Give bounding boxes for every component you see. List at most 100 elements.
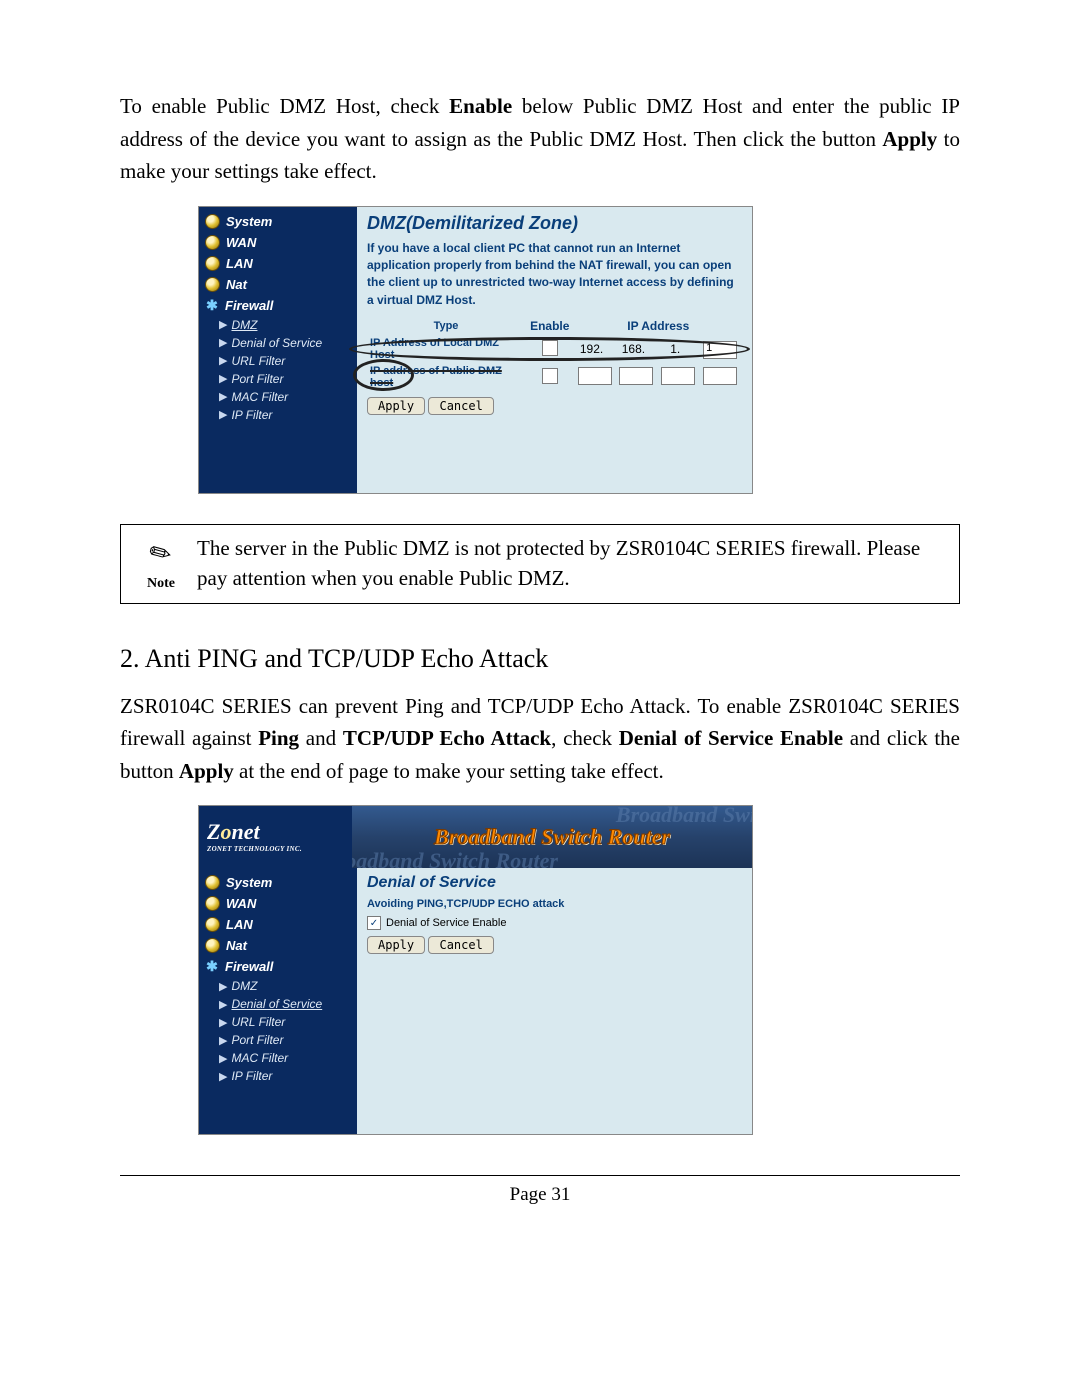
nav-sub-portfilter[interactable]: ▶Port Filter — [199, 370, 357, 388]
dmz-title: DMZ(Demilitarized Zone) — [367, 213, 742, 234]
dos-enable-checkbox[interactable]: ✓ — [367, 916, 381, 930]
nav-item-firewall[interactable]: ✱ Firewall — [199, 956, 357, 977]
nav-item-system[interactable]: System — [199, 211, 357, 232]
nav-sub-dos[interactable]: ▶Denial of Service — [199, 334, 357, 352]
public-dmz-checkbox[interactable] — [542, 368, 558, 384]
nav-label: Nat — [226, 277, 247, 292]
nav-sub-dos[interactable]: ▶ Denial of Service — [199, 995, 357, 1013]
ip-octet-2: 168. — [619, 342, 647, 356]
row-public-dmz-label: IP address of Public DMZ host — [367, 363, 525, 391]
nav-sub-label: Port Filter — [231, 1033, 283, 1047]
note-word: Note — [131, 574, 191, 594]
dmz-table: Type Enable IP Address IP Address of Loc… — [367, 317, 742, 391]
nav-label: System — [226, 875, 272, 890]
globe-icon — [205, 896, 220, 911]
arrow-icon: ▶ — [219, 336, 227, 349]
nav-item-firewall[interactable]: ✱ Firewall — [199, 295, 357, 316]
nav-item-lan[interactable]: LAN — [199, 253, 357, 274]
nav-sub-label: Denial of Service — [231, 997, 322, 1011]
nav-label: WAN — [226, 235, 256, 250]
nav-sub-macfilter[interactable]: ▶MAC Filter — [199, 388, 357, 406]
arrow-icon: ▶ — [219, 998, 227, 1011]
cancel-button[interactable]: Cancel — [428, 397, 493, 415]
text: To enable Public DMZ Host, check — [120, 94, 449, 118]
public-ip-3-input[interactable] — [661, 367, 695, 385]
spark-icon: ✱ — [205, 298, 219, 312]
nav-sub-label: IP Filter — [231, 1069, 272, 1083]
arrow-icon: ▶ — [219, 1070, 227, 1083]
nav-sub-label: IP Filter — [231, 408, 272, 422]
globe-icon — [205, 277, 220, 292]
nav-item-lan[interactable]: LAN — [199, 914, 357, 935]
ip-octet-1: 192. — [578, 342, 606, 356]
cancel-button[interactable]: Cancel — [428, 936, 493, 954]
intro-paragraph: To enable Public DMZ Host, check Enable … — [120, 90, 960, 188]
arrow-icon: ▶ — [219, 354, 227, 367]
nav-sub-label: DMZ — [231, 318, 257, 332]
nav-sub-label: Port Filter — [231, 372, 283, 386]
nav-sub-urlfilter[interactable]: ▶URL Filter — [199, 1013, 357, 1031]
text-bold: Denial of Service Enable — [619, 726, 843, 750]
dos-panel: Denial of Service Avoiding PING,TCP/UDP … — [357, 868, 752, 1134]
nav-item-nat[interactable]: Nat — [199, 274, 357, 295]
note-icon-column: ✎ Note — [131, 533, 191, 595]
nav-sub-portfilter[interactable]: ▶Port Filter — [199, 1031, 357, 1049]
arrow-icon: ▶ — [219, 408, 227, 421]
header-banner: Zonet ZONET TECHNOLOGY INC. Broadband Sw… — [199, 806, 752, 868]
logo-subtext: ZONET TECHNOLOGY INC. — [207, 845, 352, 853]
banner-logo: Zonet ZONET TECHNOLOGY INC. — [199, 806, 352, 868]
nav-label: LAN — [226, 256, 253, 271]
nav-sub-label: URL Filter — [231, 1015, 285, 1029]
spark-icon: ✱ — [205, 960, 219, 974]
logo-text: Zonet — [207, 821, 352, 843]
text-bold: Apply — [882, 127, 937, 151]
globe-icon — [205, 875, 220, 890]
nav-item-wan[interactable]: WAN — [199, 232, 357, 253]
arrow-icon: ▶ — [219, 318, 227, 331]
globe-icon — [205, 256, 220, 271]
public-ip-4-input[interactable] — [703, 367, 737, 385]
nav-item-system[interactable]: System — [199, 872, 357, 893]
ip-octet-4-input[interactable]: 1 — [703, 341, 737, 359]
nav-sub-ipfilter[interactable]: ▶ IP Filter — [199, 1067, 357, 1085]
nav-item-nat[interactable]: Nat — [199, 935, 357, 956]
pencil-icon: ✎ — [142, 532, 180, 576]
dos-check-row: ✓ Denial of Service Enable — [367, 916, 742, 930]
note-text: The server in the Public DMZ is not prot… — [191, 533, 949, 594]
text-bold: Apply — [179, 759, 234, 783]
nav-label: Firewall — [225, 959, 273, 974]
text: at the end of page to make your setting … — [234, 759, 664, 783]
nav-sub-urlfilter[interactable]: ▶ URL Filter — [199, 352, 357, 370]
public-ip-2-input[interactable] — [619, 367, 653, 385]
section-2-paragraph: ZSR0104C SERIES can prevent Ping and TCP… — [120, 690, 960, 788]
ip-octet-3: 1. — [661, 342, 689, 356]
arrow-icon: ▶ — [219, 980, 227, 993]
text-bold: Ping — [258, 726, 299, 750]
arrow-icon: ▶ — [219, 1052, 227, 1065]
apply-button[interactable]: Apply — [367, 397, 425, 415]
public-ip-1-input[interactable] — [578, 367, 612, 385]
nav-sub-dmz[interactable]: ▶ DMZ — [199, 977, 357, 995]
nav-sub-label: MAC Filter — [231, 1051, 288, 1065]
nav-sub-ipfilter[interactable]: ▶ IP Filter — [199, 406, 357, 424]
banner-title: Broadband Switch Router — [434, 824, 670, 850]
nav-sub-label: DMZ — [231, 979, 257, 993]
col-ip: IP Address — [575, 317, 742, 335]
local-dmz-checkbox[interactable] — [542, 340, 558, 356]
apply-button[interactable]: Apply — [367, 936, 425, 954]
row-local-dmz-label: IP Address of Local DMZ Host — [367, 335, 525, 363]
nav-sub-dmz[interactable]: ▶ DMZ — [199, 316, 357, 334]
nav-sidebar: System WAN LAN Nat ✱ Firewall ▶ DMZ ▶Denia… — [199, 207, 357, 493]
nav-sub-label: URL Filter — [231, 354, 285, 368]
nav-sub-macfilter[interactable]: ▶ MAC Filter — [199, 1049, 357, 1067]
globe-icon — [205, 214, 220, 229]
dos-check-label: Denial of Service Enable — [386, 917, 506, 929]
globe-icon — [205, 938, 220, 953]
nav-item-wan[interactable]: WAN — [199, 893, 357, 914]
nav-sub-label: MAC Filter — [231, 390, 288, 404]
text-bold: Enable — [449, 94, 512, 118]
nav-label: WAN — [226, 896, 256, 911]
col-type: Type — [367, 317, 525, 335]
col-enable: Enable — [525, 317, 575, 335]
nav-label: Firewall — [225, 298, 273, 313]
